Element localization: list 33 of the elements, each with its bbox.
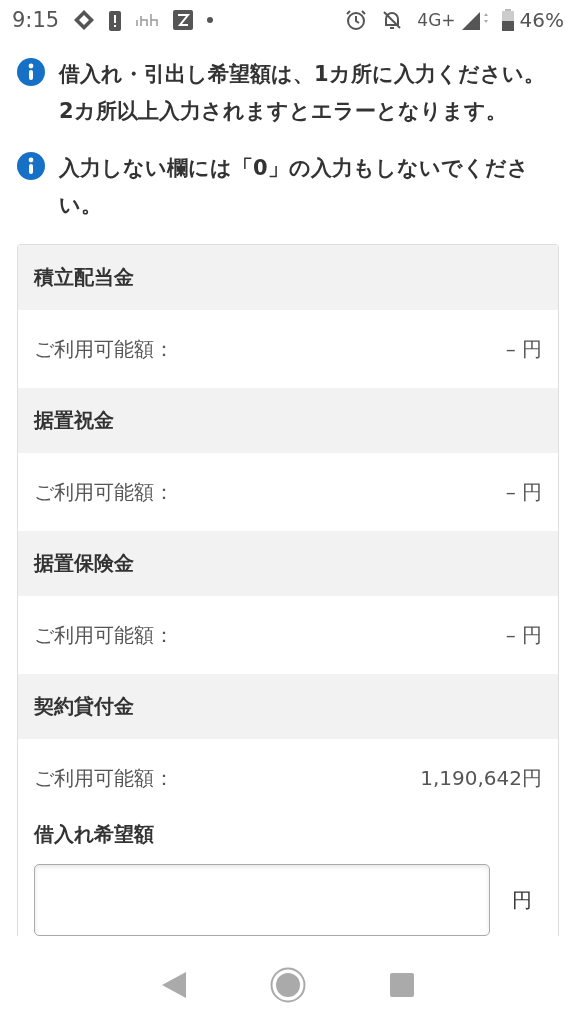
battery-icon — [501, 9, 514, 31]
section-title: 据置保険金 — [34, 550, 134, 577]
home-icon[interactable] — [270, 966, 306, 1003]
available-amount-label: ご利用可能額： — [34, 335, 174, 363]
field-label: 借入れ希望額 — [33, 821, 155, 848]
available-amount: – 円 — [505, 478, 542, 506]
network-type: 4G+ — [417, 10, 456, 30]
available-amount-label: ご利用可能額： — [34, 621, 174, 649]
signal-icon — [461, 10, 488, 30]
available-amount-label: ご利用可能額： — [34, 764, 174, 792]
info-icon — [17, 58, 45, 86]
info-icon — [17, 152, 45, 180]
available-amount: – 円 — [505, 621, 542, 649]
available-amount: – 円 — [505, 335, 542, 363]
available-amount-label: ご利用可能額： — [34, 478, 174, 506]
section-title: 積立配当金 — [34, 264, 134, 291]
battery-alert-icon — [109, 9, 122, 31]
available-amount: 1,190,642円 — [420, 764, 542, 792]
section-title: 契約貸付金 — [34, 693, 134, 720]
unit-label: 円 — [512, 886, 532, 914]
app-icon — [173, 10, 194, 30]
back-icon[interactable] — [162, 971, 186, 998]
alarm-icon — [345, 9, 368, 31]
notice-text: 入力しない欄には「0」の入力もしないでください。 — [59, 155, 530, 219]
recents-icon[interactable] — [390, 972, 414, 997]
battery-percent: 46% — [519, 8, 564, 32]
dot-icon — [207, 17, 214, 23]
diamond-icon — [73, 9, 96, 31]
clock-time: 9:15 — [12, 8, 60, 32]
notice-text: 借入れ・引出し希望額は、1カ所に入力ください。2カ所以上入力されますとエラーとなります。 — [59, 61, 546, 125]
app-icon — [135, 12, 160, 28]
section-title: 据置祝金 — [34, 407, 114, 434]
input-field[interactable] — [34, 864, 490, 936]
